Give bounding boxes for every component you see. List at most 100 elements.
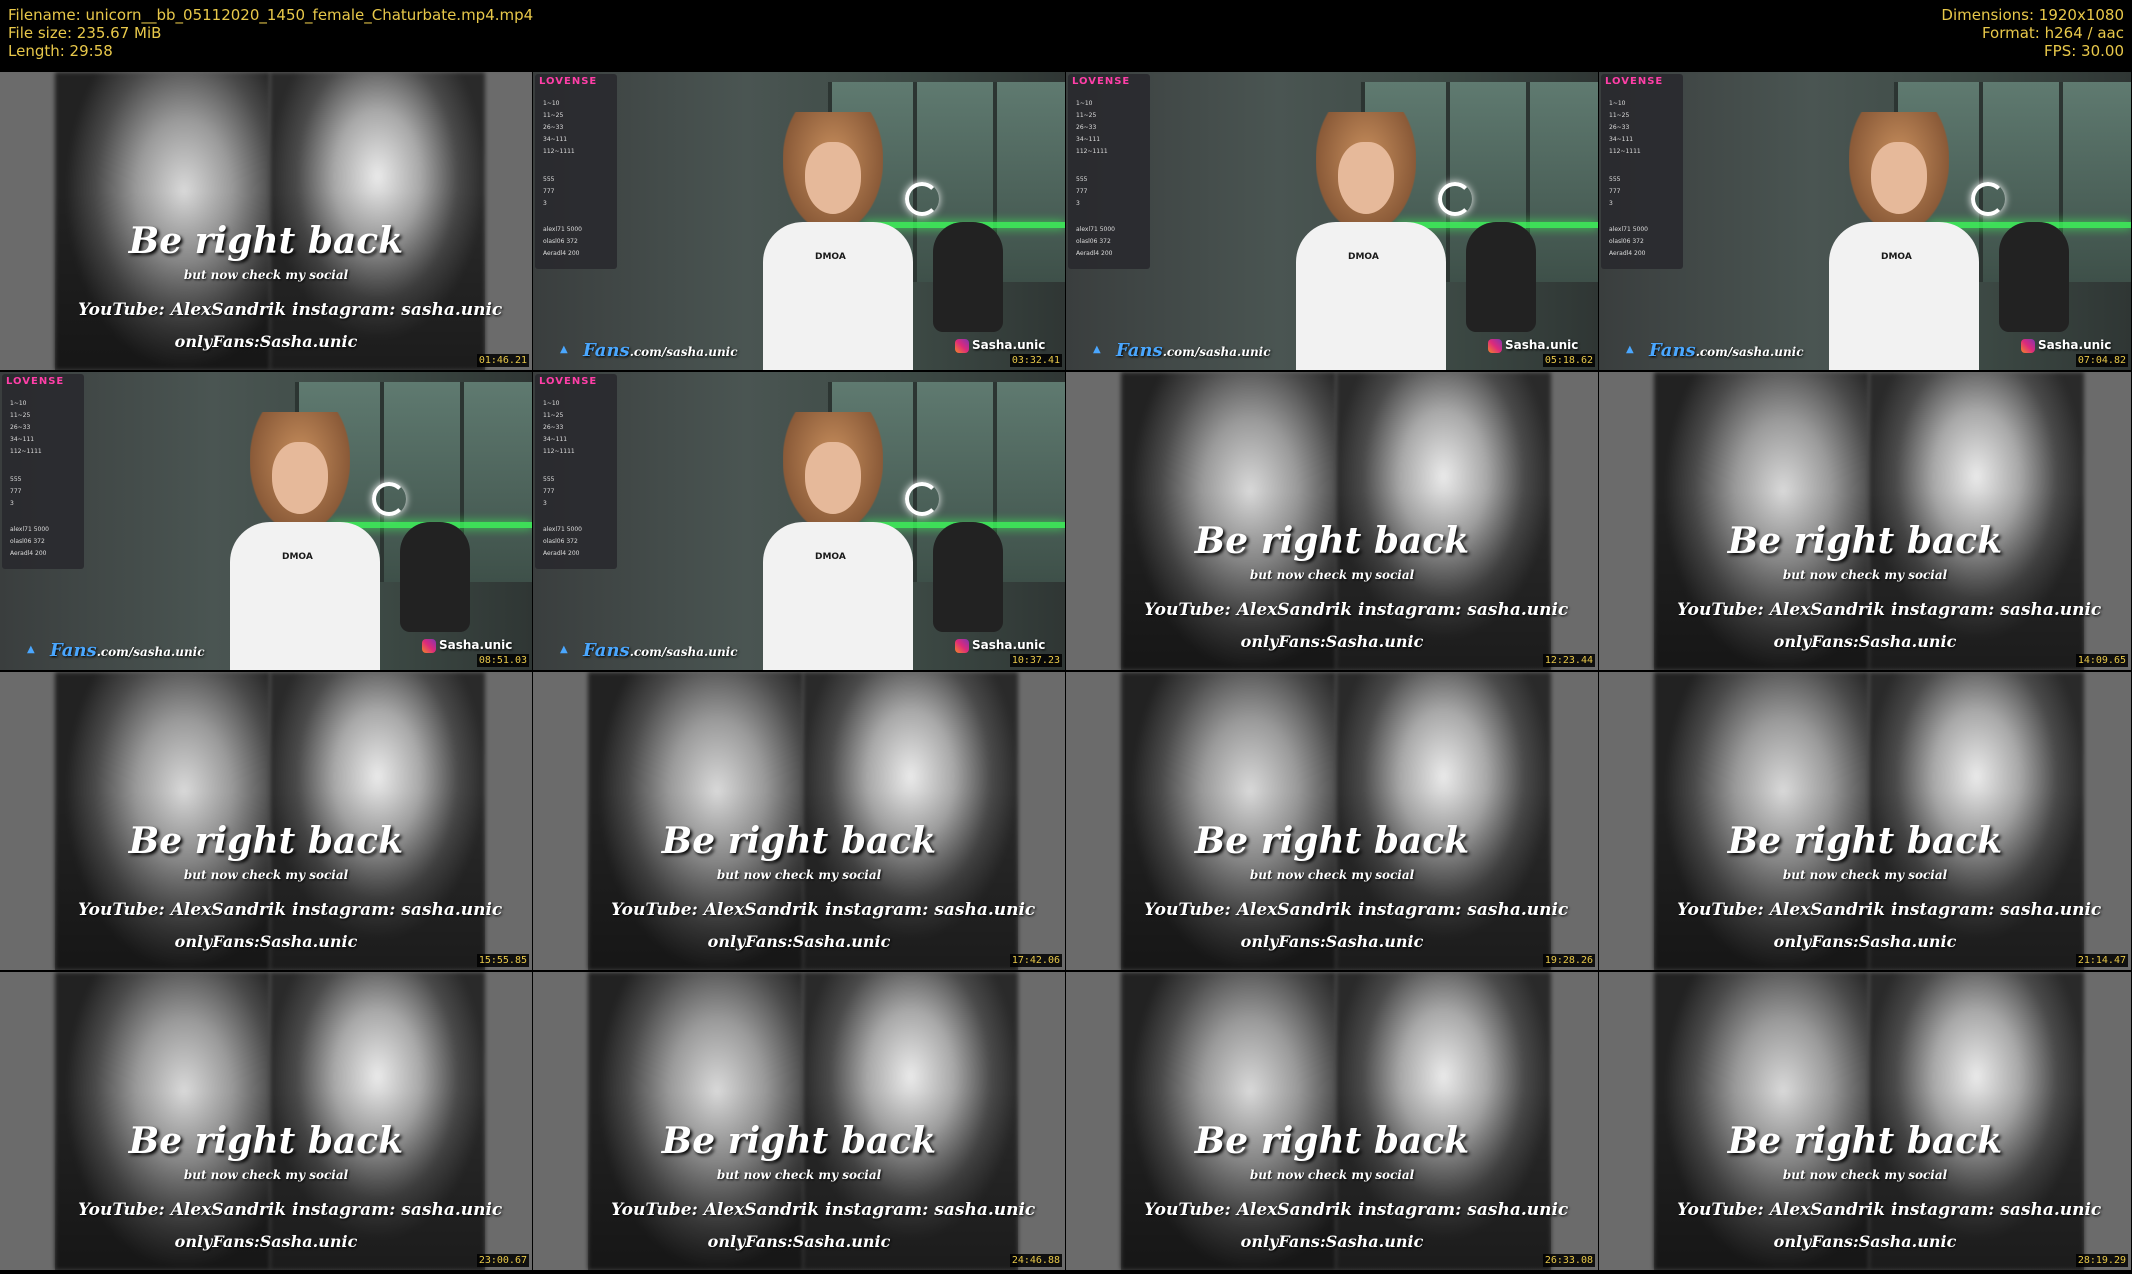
brb-youtube: YouTube: AlexSandrik	[1677, 1200, 1886, 1220]
thumbnail-12[interactable]: Be right back but now check my social Yo…	[1599, 672, 2131, 970]
timestamp: 01:46.21	[476, 354, 529, 367]
timestamp: 23:00.67	[476, 1254, 529, 1267]
brb-onlyfans: onlyFans:Sasha.unic	[1240, 1232, 1424, 1251]
thumbnail-7[interactable]: Be right back but now check my social Yo…	[1066, 372, 1598, 670]
lovense-panel: LOVENSE 1~10 11~25 26~33 34~111 112~1111…	[535, 374, 617, 569]
timestamp: 26:33.08	[1542, 1254, 1595, 1267]
streamer-figure: DMOA	[743, 112, 943, 370]
timestamp: 10:37.23	[1009, 654, 1062, 667]
thumbnail-16[interactable]: Be right back but now check my social Yo…	[1599, 972, 2131, 1270]
arrow-icon: ▲	[1093, 344, 1101, 355]
instagram-handle: Sasha.unic	[1488, 338, 1578, 353]
microphone	[1466, 222, 1536, 332]
brb-title: Be right back	[1727, 520, 2003, 562]
timestamp: 28:19.29	[2075, 1254, 2128, 1267]
streamer-figure: DMOA	[743, 412, 943, 670]
thumbnail-1[interactable]: Be right back but now check my social Yo…	[0, 72, 532, 370]
thumbnail-15[interactable]: Be right back but now check my social Yo…	[1066, 972, 1598, 1270]
thumbnail-13[interactable]: Be right back but now check my social Yo…	[0, 972, 532, 1270]
thumbnail-6[interactable]: DMOA LOVENSE 1~10 11~25 26~33 34~111 112…	[533, 372, 1065, 670]
brb-youtube: YouTube: AlexSandrik	[1677, 600, 1886, 620]
brb-subtitle: but now check my social	[1782, 868, 1948, 882]
thumbnail-14[interactable]: Be right back but now check my social Yo…	[533, 972, 1065, 1270]
brb-subtitle: but now check my social	[1249, 1168, 1415, 1182]
instagram-icon	[2021, 338, 2035, 353]
length-text: Length: 29:58	[8, 42, 113, 60]
thumbnail-10[interactable]: Be right back but now check my social Yo…	[533, 672, 1065, 970]
timestamp: 19:28.26	[1542, 954, 1595, 967]
shirt-logo: DMOA	[282, 552, 313, 562]
arrow-icon: ▲	[560, 644, 568, 655]
format-text: Format: h264 / aac	[1981, 24, 2124, 42]
microphone	[933, 222, 1003, 332]
brb-youtube: YouTube: AlexSandrik	[1677, 900, 1886, 920]
timestamp: 24:46.88	[1009, 1254, 1062, 1267]
brb-title: Be right back	[1727, 1120, 2003, 1162]
thumbnail-8[interactable]: Be right back but now check my social Yo…	[1599, 372, 2131, 670]
instagram-icon	[1488, 338, 1502, 353]
lovense-panel: LOVENSE 1~10 11~25 26~33 34~111 112~1111…	[535, 74, 617, 269]
brb-instagram: instagram: sasha.unic	[1891, 1200, 2102, 1220]
fans-link: Fans.com/sasha.unic	[583, 340, 738, 361]
media-info: Dimensions: 1920x1080 Format: h264 / aac…	[1941, 6, 2124, 60]
microphone	[400, 522, 470, 632]
lovense-panel: LOVENSE 1~10 11~25 26~33 34~111 112~1111…	[1068, 74, 1150, 269]
brb-onlyfans: onlyFans:Sasha.unic	[1240, 932, 1424, 951]
microphone	[1999, 222, 2069, 332]
shirt-logo: DMOA	[815, 252, 846, 262]
instagram-icon	[422, 638, 436, 653]
brb-youtube: YouTube: AlexSandrik	[1144, 600, 1353, 620]
brb-title: Be right back	[661, 820, 937, 862]
thumbnail-11[interactable]: Be right back but now check my social Yo…	[1066, 672, 1598, 970]
brb-onlyfans: onlyFans:Sasha.unic	[1773, 932, 1957, 951]
instagram-handle: Sasha.unic	[422, 638, 512, 653]
brb-subtitle: but now check my social	[1249, 568, 1415, 582]
timestamp: 15:55.85	[476, 954, 529, 967]
instagram-handle: Sasha.unic	[2021, 338, 2111, 353]
dimensions-text: Dimensions: 1920x1080	[1941, 6, 2124, 24]
thumbnail-5[interactable]: DMOA LOVENSE 1~10 11~25 26~33 34~111 112…	[0, 372, 532, 670]
brb-title: Be right back	[128, 1120, 404, 1162]
timestamp: 07:04.82	[2075, 354, 2128, 367]
thumbnail-9[interactable]: Be right back but now check my social Yo…	[0, 672, 532, 970]
brb-subtitle: but now check my social	[716, 868, 882, 882]
streamer-figure: DMOA	[1276, 112, 1476, 370]
brb-onlyfans: onlyFans:Sasha.unic	[1773, 1232, 1957, 1251]
brb-title: Be right back	[128, 820, 404, 862]
brb-youtube: YouTube: AlexSandrik	[78, 300, 287, 320]
instagram-handle: Sasha.unic	[955, 638, 1045, 653]
brb-title: Be right back	[1194, 820, 1470, 862]
filesize-text: File size: 235.67 MiB	[8, 24, 162, 42]
brb-instagram: instagram: sasha.unic	[1358, 1200, 1569, 1220]
filename-text: Filename: unicorn__bb_05112020_1450_fema…	[8, 6, 534, 24]
brb-subtitle: but now check my social	[183, 268, 349, 282]
brb-instagram: instagram: sasha.unic	[292, 300, 503, 320]
brb-instagram: instagram: sasha.unic	[1891, 600, 2102, 620]
streamer-figure: DMOA	[210, 412, 410, 670]
brb-instagram: instagram: sasha.unic	[1358, 900, 1569, 920]
thumbnail-4[interactable]: DMOA LOVENSE 1~10 11~25 26~33 34~111 112…	[1599, 72, 2131, 370]
lovense-brand: LOVENSE	[1072, 76, 1131, 87]
brb-instagram: instagram: sasha.unic	[825, 1200, 1036, 1220]
brb-youtube: YouTube: AlexSandrik	[611, 900, 820, 920]
thumbnail-3[interactable]: DMOA LOVENSE 1~10 11~25 26~33 34~111 112…	[1066, 72, 1598, 370]
brb-onlyfans: onlyFans:Sasha.unic	[707, 1232, 891, 1251]
brb-onlyfans: onlyFans:Sasha.unic	[1240, 632, 1424, 651]
lovense-brand: LOVENSE	[539, 76, 598, 87]
lovense-panel: LOVENSE 1~10 11~25 26~33 34~111 112~1111…	[1601, 74, 1683, 269]
brb-subtitle: but now check my social	[1782, 568, 1948, 582]
brb-instagram: instagram: sasha.unic	[292, 900, 503, 920]
brb-onlyfans: onlyFans:Sasha.unic	[174, 332, 358, 351]
fans-link: Fans.com/sasha.unic	[1116, 340, 1271, 361]
instagram-icon	[955, 338, 969, 353]
timestamp: 05:18.62	[1542, 354, 1595, 367]
lovense-panel: LOVENSE 1~10 11~25 26~33 34~111 112~1111…	[2, 374, 84, 569]
shirt-logo: DMOA	[815, 552, 846, 562]
thumbnail-2[interactable]: DMOA LOVENSE 1~10 11~25 26~33 34~111 112…	[533, 72, 1065, 370]
brb-onlyfans: onlyFans:Sasha.unic	[174, 932, 358, 951]
brb-onlyfans: onlyFans:Sasha.unic	[174, 1232, 358, 1251]
arrow-icon: ▲	[1626, 344, 1634, 355]
timestamp: 21:14.47	[2075, 954, 2128, 967]
brb-instagram: instagram: sasha.unic	[825, 900, 1036, 920]
lovense-brand: LOVENSE	[6, 376, 65, 387]
